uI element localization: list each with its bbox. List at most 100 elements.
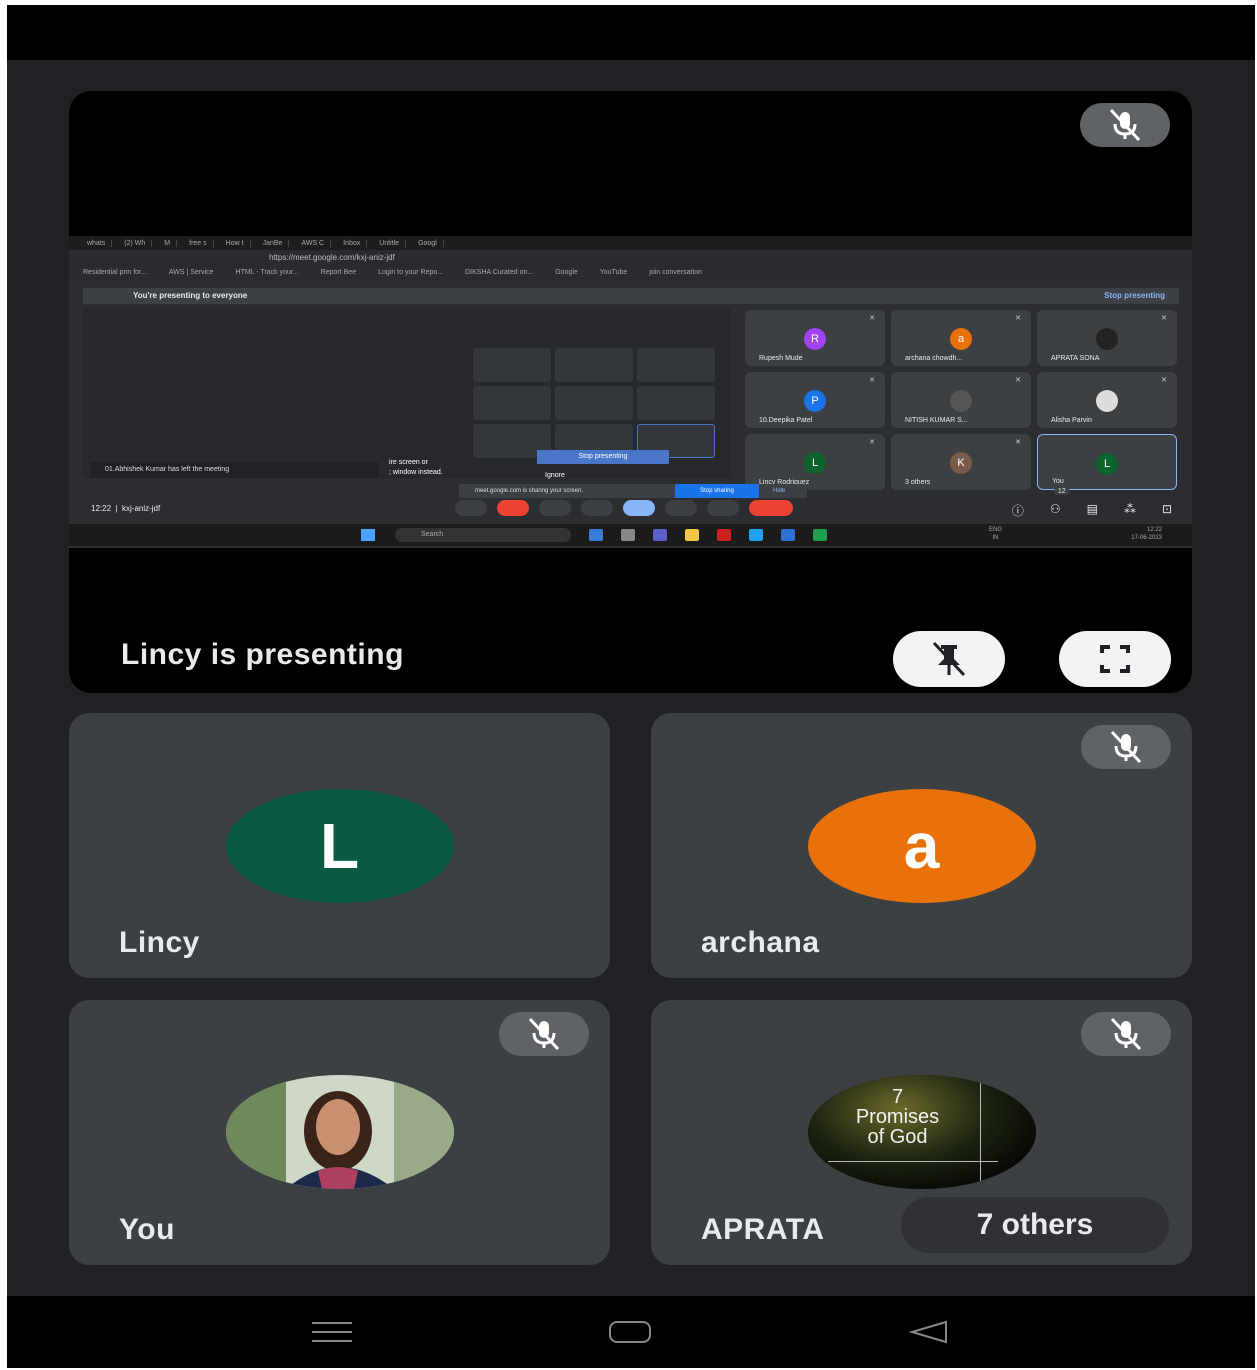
participant-name: APRATA — [701, 1213, 825, 1246]
sharing-bar: meet.google.com is sharing your screen. … — [459, 484, 807, 498]
activities-icon: ⁂ — [1123, 502, 1136, 516]
participant-name: archana — [701, 926, 820, 959]
participant-name: You — [119, 1213, 175, 1246]
shared-screen: whats (2) Wh Mfree s How t JanBe AWS C Inbox Un… — [69, 236, 1192, 548]
avatar: L — [1096, 453, 1118, 475]
mini-participant-tile: P 10.Deepika Patel ✕ — [745, 372, 885, 428]
fullscreen-icon — [1100, 645, 1130, 673]
participant-grid: R Rupesh Mude ✕ a archana chowdh... ✕ APRATA S… — [745, 310, 1179, 492]
browser-tab: M — [158, 239, 178, 247]
mic-off-icon: ✕ — [1015, 315, 1021, 322]
home-icon — [609, 1321, 651, 1343]
participant-name: 10.Deepika Patel — [759, 417, 813, 424]
participant-name: APRATA SONA — [1051, 355, 1100, 362]
menu-icon — [312, 1322, 352, 1342]
ignore-button: Ignore — [545, 472, 565, 479]
bookmark-item: Residential prin for... — [83, 269, 147, 276]
mic-off-icon — [1080, 103, 1170, 147]
people-icon: ⚇ 12 — [1050, 488, 1070, 519]
back-button[interactable] — [903, 1314, 953, 1350]
presentation-tile[interactable]: whats (2) Wh Mfree s How t JanBe AWS C Inbox Un… — [69, 91, 1192, 693]
mini-participant-tile: Alisha Parvin ✕ — [1037, 372, 1177, 428]
windows-taskbar: Search ENG IN 12:22 17-06-2023 — [69, 524, 1192, 546]
mini-participant-tile: L Lincy Rodriguez ✕ — [745, 434, 885, 490]
participant-name: Rupesh Mude — [759, 355, 803, 362]
mic-off-icon — [1081, 1012, 1171, 1056]
browser-tab-strip: whats (2) Wh Mfree s How t JanBe AWS C Inbox Un… — [69, 236, 1192, 250]
taskbar-search: Search — [395, 528, 571, 542]
participant-tile-aprata[interactable]: 7 Promises of God APRATA 7 others — [651, 1000, 1192, 1265]
bookmark-item: Login to your Repo... — [378, 269, 444, 276]
avatar: P — [804, 390, 826, 412]
address-bar: https://meet.google.com/kxj-aniz-jdf — [69, 250, 1192, 266]
mic-off-icon: ✕ — [869, 315, 875, 322]
avatar: L — [225, 789, 454, 903]
mini-participant-tile: a archana chowdh... ✕ — [891, 310, 1031, 366]
avatar-image: 7 Promises of God — [807, 1075, 1036, 1189]
pin-off-icon — [932, 641, 966, 677]
mic-off-icon: ✕ — [1015, 377, 1021, 384]
browser-tab: AWS C — [295, 239, 332, 247]
participant-tile-you[interactable]: You — [69, 1000, 610, 1265]
mic-off-icon — [1081, 725, 1171, 769]
participant-name: archana chowdh... — [905, 355, 963, 362]
overlay-text: ire screen or ; window instead. — [389, 459, 443, 476]
meeting-side-controls: ⓘ ⚇ 12 ▤ ⁂ ⊡ — [1011, 488, 1172, 519]
unpin-button[interactable] — [893, 631, 1005, 687]
stop-presenting-button: Stop presenting — [537, 450, 669, 464]
recent-apps-button[interactable] — [307, 1314, 357, 1350]
avatar — [950, 390, 972, 412]
browser-tab: Inbox — [337, 239, 368, 247]
phone-screen: whats (2) Wh Mfree s How t JanBe AWS C Inbox Un… — [7, 5, 1255, 1368]
avatar — [1096, 328, 1118, 350]
bookmark-item: join conversation — [649, 269, 702, 276]
hide-button: Hide — [773, 488, 786, 494]
avatar — [1096, 390, 1118, 412]
participant-tile-archana[interactable]: a archana — [651, 713, 1192, 978]
mini-participant-tile: R Rupesh Mude ✕ — [745, 310, 885, 366]
info-icon: ⓘ — [1011, 504, 1024, 518]
avatar: a — [807, 789, 1036, 903]
browser-tab: whats — [81, 239, 113, 247]
bookmark-item: Google — [555, 269, 578, 276]
chat-icon: ▤ — [1086, 502, 1098, 516]
avatar: K — [950, 452, 972, 474]
profile-photo — [225, 1075, 454, 1189]
banner-text: You're presenting to everyone — [133, 291, 248, 300]
participant-tile-lincy[interactable]: L Lincy — [69, 713, 610, 978]
mini-participant-tile: K 3 others ✕ — [891, 434, 1031, 490]
mini-participant-tile: NITISH KUMAR S... ✕ — [891, 372, 1031, 428]
mic-off-icon: ✕ — [1015, 439, 1021, 446]
participant-name: Lincy — [119, 926, 200, 959]
participant-name: 3 others — [905, 479, 931, 486]
mini-participant-tile: APRATA SONA ✕ — [1037, 310, 1177, 366]
presenting-label: Lincy is presenting — [121, 638, 404, 671]
others-count-badge[interactable]: 7 others — [901, 1197, 1169, 1253]
participant-name: Alisha Parvin — [1051, 417, 1092, 424]
stop-sharing-button: Stop sharing — [675, 484, 759, 498]
bookmark-item: HTML - Track your... — [235, 269, 299, 276]
participant-name: You — [1052, 478, 1064, 485]
status-bar — [7, 5, 1255, 60]
windows-icon — [361, 529, 375, 541]
home-button[interactable] — [605, 1314, 655, 1350]
browser-tab: (2) Wh — [118, 239, 153, 247]
bookmark-item: YouTube — [599, 269, 628, 276]
avatar: L — [804, 452, 826, 474]
left-meeting-notice: 01.Abhishek Kumar has left the meeting — [91, 462, 379, 478]
avatar: a — [950, 328, 972, 350]
meeting-controls — [455, 500, 793, 516]
bookmarks-bar: Residential prin for... AWS | Service HTML… — [69, 266, 1192, 280]
mic-off-icon: ✕ — [869, 377, 875, 384]
lock-icon: ⊡ — [1161, 502, 1172, 516]
presenting-banner: You're presenting to everyone Stop prese… — [83, 288, 1179, 304]
mini-participant-tile: L You — [1037, 434, 1177, 490]
avatar: R — [804, 328, 826, 350]
mic-off-icon: ✕ — [1161, 315, 1167, 322]
banner-stop-link: Stop presenting — [1104, 291, 1165, 300]
taskbar-clock: 12:22 17-06-2023 — [1131, 527, 1162, 541]
browser-tab: Googl — [412, 239, 444, 247]
back-icon — [908, 1320, 947, 1344]
fullscreen-button[interactable] — [1059, 631, 1171, 687]
mic-off-icon: ✕ — [1161, 377, 1167, 384]
